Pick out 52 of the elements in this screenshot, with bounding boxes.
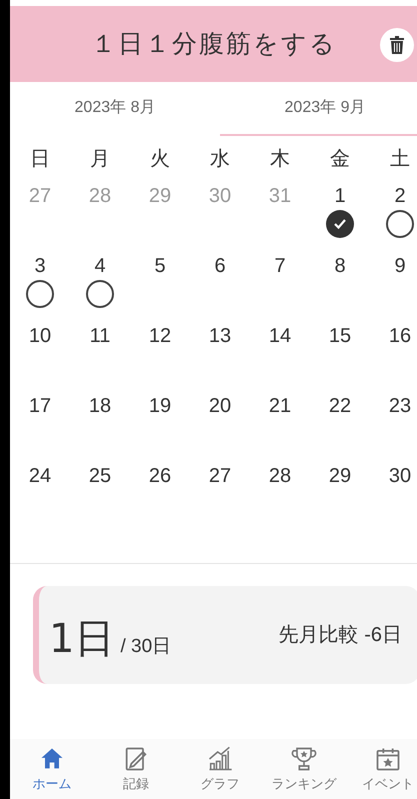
day-number[interactable]: 18: [88, 392, 112, 420]
nav-tab[interactable]: イベント: [346, 739, 417, 799]
weekday-label: 火: [149, 147, 171, 172]
nav-tab[interactable]: 記録: [94, 739, 178, 799]
day-number[interactable]: 23: [388, 392, 412, 420]
done-day-count: 1日: [49, 615, 114, 664]
weekday-label: 木: [269, 147, 291, 172]
day-number[interactable]: 9: [394, 252, 406, 280]
day-number[interactable]: 11: [90, 322, 110, 350]
nav-tab[interactable]: ランキング: [262, 739, 346, 799]
day-number[interactable]: 7: [274, 252, 286, 280]
delete-button[interactable]: [380, 28, 414, 62]
day-number[interactable]: 3: [34, 252, 46, 280]
day-number[interactable]: 21: [268, 392, 292, 420]
day-number[interactable]: 15: [328, 322, 352, 350]
day-number[interactable]: 5: [154, 252, 166, 280]
month-comparison: 先月比較 -6日: [278, 623, 402, 648]
nav-tab[interactable]: ホーム: [10, 739, 94, 799]
month-tab[interactable]: 2023年 8月: [10, 82, 220, 136]
day-number[interactable]: 2: [394, 182, 406, 210]
day-number[interactable]: 16: [388, 322, 412, 350]
day-number[interactable]: 26: [148, 462, 172, 490]
total-days: / 30日: [120, 633, 172, 662]
day-number[interactable]: 13: [208, 322, 232, 350]
day-number[interactable]: 20: [208, 392, 232, 420]
day-number[interactable]: 19: [148, 392, 172, 420]
day-number[interactable]: 10: [28, 322, 52, 350]
weekday-label: 金: [329, 147, 351, 172]
day-number[interactable]: 4: [94, 252, 106, 280]
day-number[interactable]: 14: [268, 322, 292, 350]
day-number[interactable]: 8: [334, 252, 346, 280]
day-number[interactable]: 28: [268, 462, 292, 490]
weekday-label: 日: [29, 147, 51, 172]
day-number[interactable]: 1: [334, 182, 346, 210]
nav-tab[interactable]: グラフ: [178, 739, 262, 799]
weekday-label: 土: [389, 147, 411, 172]
trophy-icon: [290, 744, 318, 773]
day-number[interactable]: 30: [388, 462, 412, 490]
day-number[interactable]: 25: [88, 462, 112, 490]
day-number[interactable]: 12: [148, 322, 172, 350]
day-number[interactable]: 27: [208, 462, 232, 490]
day-number[interactable]: 29: [328, 462, 352, 490]
trash-icon: [390, 36, 404, 54]
day-number[interactable]: 24: [28, 462, 52, 490]
day-number[interactable]: 17: [28, 392, 52, 420]
month-tab[interactable]: 2023年 9月: [220, 82, 417, 136]
app-title: １日１分腹筋をする: [91, 28, 337, 60]
day-number[interactable]: 6: [214, 252, 226, 280]
bar-chart-icon: [206, 744, 234, 773]
weekday-label: 水: [209, 147, 231, 172]
day-number[interactable]: 22: [328, 392, 352, 420]
weekday-label: 月: [89, 147, 111, 172]
